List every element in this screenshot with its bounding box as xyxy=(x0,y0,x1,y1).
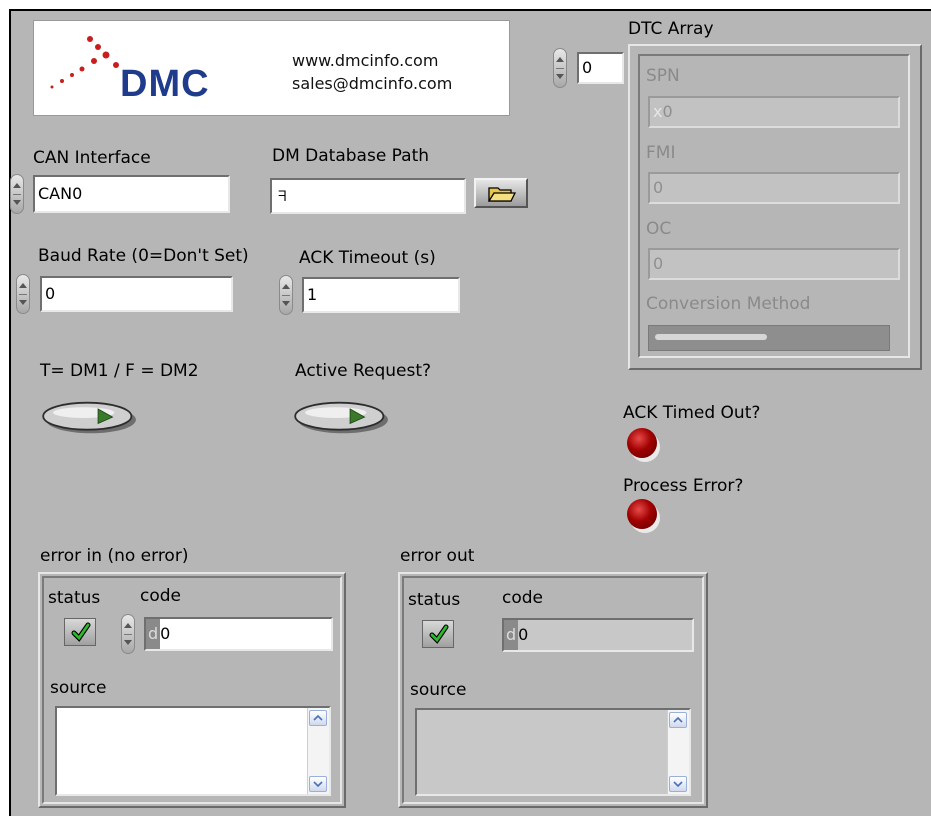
dm-select-label: T= DM1 / F = DM2 xyxy=(40,361,199,381)
oc-label: OC xyxy=(646,219,672,239)
fmi-label: FMI xyxy=(646,143,676,163)
check-icon xyxy=(71,622,91,642)
ack-timeout-label: ACK Timeout (s) xyxy=(299,248,436,268)
active-request-toggle[interactable] xyxy=(292,400,392,436)
spn-value: 0 xyxy=(662,102,673,121)
process-error-label: Process Error? xyxy=(623,476,744,496)
conversion-method-label: Conversion Method xyxy=(646,294,811,314)
dm-database-path-field[interactable]: ᖷ xyxy=(270,178,466,214)
ack-timed-out-led xyxy=(627,428,657,458)
baud-rate-field[interactable]: 0 xyxy=(40,276,233,312)
error-in-code-spinner[interactable] xyxy=(121,614,135,654)
scroll-down-button[interactable] xyxy=(669,776,687,792)
ack-timeout-spinner[interactable] xyxy=(279,275,293,315)
error-in-status-checkbox[interactable] xyxy=(64,618,96,646)
error-out-code-value: 0 xyxy=(518,625,529,644)
check-icon xyxy=(429,624,449,644)
active-request-label: Active Request? xyxy=(295,361,432,381)
scroll-up-button[interactable] xyxy=(309,710,327,726)
dtc-array-index-spinner[interactable] xyxy=(553,48,567,88)
dtc-array-frame xyxy=(628,44,922,370)
oc-field: 0 xyxy=(648,248,900,280)
error-out-code-field: d0 xyxy=(502,618,694,652)
error-out-status-indicator xyxy=(422,620,454,648)
dmc-logo-text: DMC xyxy=(120,63,210,105)
spn-label: SPN xyxy=(646,66,680,86)
website-text: www.dmcinfo.com xyxy=(292,51,439,70)
error-in-code-label: code xyxy=(140,586,181,606)
fmi-field: 0 xyxy=(648,172,900,204)
browse-folder-button[interactable] xyxy=(474,178,528,208)
error-in-source-text xyxy=(57,708,329,712)
process-error-led xyxy=(627,499,657,529)
error-out-status-label: status xyxy=(408,590,461,610)
error-in-code-radix: d xyxy=(146,619,161,649)
baud-rate-spinner[interactable] xyxy=(16,274,30,314)
conversion-method-ring xyxy=(648,325,890,351)
error-out-code-radix: d xyxy=(504,620,519,650)
error-in-label: error in (no error) xyxy=(40,546,189,566)
dm-database-path-label: DM Database Path xyxy=(272,146,430,166)
scroll-down-button[interactable] xyxy=(309,776,327,792)
dm-select-toggle[interactable] xyxy=(40,400,140,436)
email-text: sales@dmcinfo.com xyxy=(292,74,453,93)
error-in-status-label: status xyxy=(48,588,101,608)
error-out-code-label: code xyxy=(502,588,543,608)
error-in-source-label: source xyxy=(50,678,107,698)
ack-timeout-field[interactable]: 1 xyxy=(302,277,460,313)
error-in-source-field[interactable] xyxy=(55,706,331,796)
scroll-up-button[interactable] xyxy=(669,712,687,728)
spn-field: x0 xyxy=(648,96,900,128)
error-out-source-label: source xyxy=(410,680,467,700)
dmc-logo-box: DMC www.dmcinfo.com sales@dmcinfo.com xyxy=(33,20,510,116)
error-out-source-scrollbar[interactable] xyxy=(667,710,689,794)
error-out-source-text xyxy=(417,710,689,714)
error-in-source-scrollbar[interactable] xyxy=(307,708,329,794)
baud-rate-label: Baud Rate (0=Don't Set) xyxy=(38,246,249,266)
conversion-method-slot xyxy=(655,334,767,340)
error-out-source-field xyxy=(415,708,691,796)
can-interface-field[interactable]: CAN0 xyxy=(33,175,230,213)
folder-icon xyxy=(487,187,517,202)
can-interface-label: CAN Interface xyxy=(33,148,151,168)
error-out-label: error out xyxy=(400,546,475,566)
path-icon: ᖷ xyxy=(278,189,287,205)
error-in-code-field[interactable]: d0 xyxy=(144,617,333,651)
dtc-array-index-field[interactable]: 0 xyxy=(577,52,624,84)
can-interface-spinner[interactable] xyxy=(10,174,24,214)
error-in-code-value: 0 xyxy=(160,624,171,643)
dtc-array-label: DTC Array xyxy=(628,19,714,39)
ack-timed-out-label: ACK Timed Out? xyxy=(623,403,761,423)
